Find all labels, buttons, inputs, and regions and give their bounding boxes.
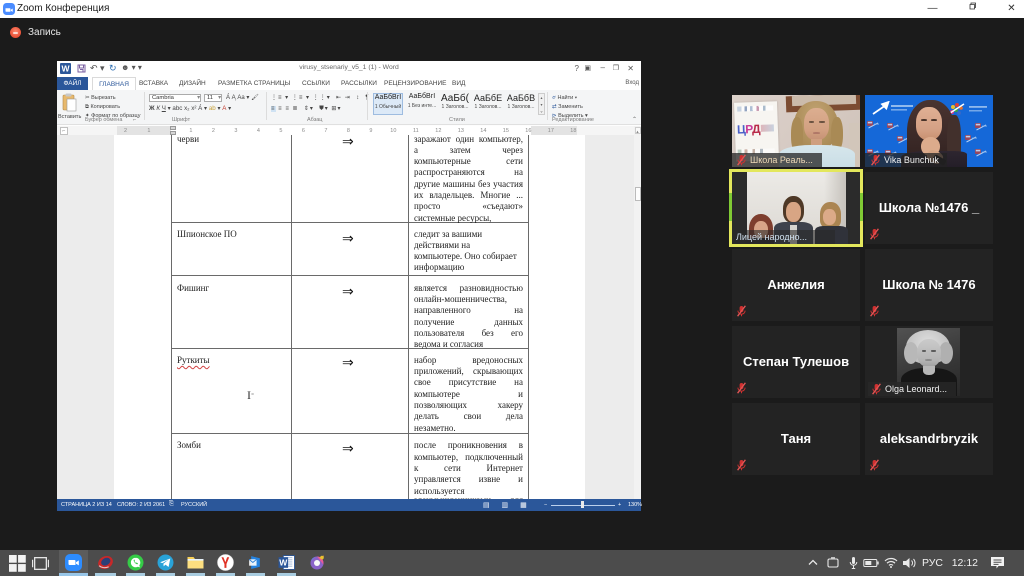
svg-text:W: W [279,558,288,568]
